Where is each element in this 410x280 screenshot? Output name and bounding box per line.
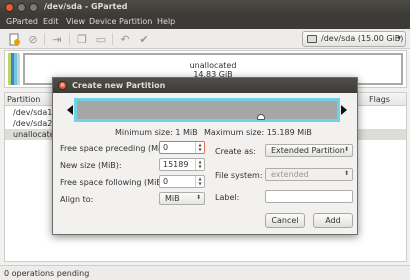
create-partition-dialog: ✕ Create new Partition Minimum size: 1 M…	[52, 77, 358, 235]
column-header-partition[interactable]: Partition	[7, 95, 40, 104]
stepper-icon[interactable]: ▲ ▼	[195, 176, 204, 187]
disk-icon	[307, 35, 317, 43]
chevron-updown-icon: ⬍	[343, 146, 349, 153]
free-before-label: Free space preceding (MiB):	[60, 144, 172, 153]
filesystem-select[interactable]: extended ⬍	[265, 168, 353, 181]
partition-stripes[interactable]	[8, 53, 20, 85]
free-after-label: Free space following (MiB):	[60, 178, 168, 187]
dialog-title: Create new Partition	[72, 81, 166, 90]
window-close-button[interactable]	[5, 3, 14, 12]
align-select[interactable]: MiB ⬍	[159, 192, 205, 205]
create-as-label: Create as:	[215, 147, 256, 156]
menu-edit[interactable]: Edit	[43, 17, 59, 26]
menu-device[interactable]: Device	[89, 17, 116, 26]
create-as-select[interactable]: Extended Partition ⬍	[265, 144, 353, 157]
align-value: MiB	[165, 194, 180, 203]
unallocated-name: unallocated	[189, 61, 237, 70]
free-after-value: 0	[163, 177, 169, 186]
free-before-input[interactable]: 0 ▲ ▼	[159, 141, 205, 154]
new-size-value: 15189	[163, 160, 189, 169]
menu-gparted[interactable]: GParted	[6, 17, 38, 26]
device-selector[interactable]: /dev/sda (15.00 GiB) ▾	[302, 31, 406, 47]
min-size-label: Minimum size: 1 MiB	[115, 128, 198, 137]
free-before-value: 0	[163, 143, 169, 152]
title-bar: /dev/sda - GParted	[0, 0, 410, 15]
filesystem-value: extended	[271, 170, 309, 179]
chevron-updown-icon: ⬍	[195, 194, 201, 201]
row-label: /dev/sda2	[13, 119, 53, 128]
filesystem-label: File system:	[215, 171, 263, 180]
menu-partition[interactable]: Partition	[119, 17, 152, 26]
stepper-icon[interactable]: ▲ ▼	[195, 142, 204, 153]
menu-view[interactable]: View	[66, 17, 85, 26]
paste-icon[interactable]: ▭	[94, 32, 108, 46]
new-partition-icon[interactable]	[7, 32, 21, 46]
menu-bar: GParted Edit View Device Partition Help	[0, 15, 410, 29]
new-size-input[interactable]: 15189 ▲ ▼	[159, 158, 205, 171]
copy-icon[interactable]: ❐	[75, 32, 89, 46]
resize-icon[interactable]: ⇥	[50, 32, 64, 46]
menu-help[interactable]: Help	[157, 17, 175, 26]
align-label: Align to:	[60, 195, 94, 204]
row-label: /dev/sda1	[13, 108, 53, 117]
window-title: /dev/sda - GParted	[44, 2, 128, 11]
dialog-title-bar: ✕ Create new Partition	[53, 78, 357, 93]
label-field-label: Label:	[215, 193, 240, 202]
resize-right-arrow-icon[interactable]	[341, 105, 347, 115]
toolbar-separator	[69, 33, 70, 45]
undo-icon[interactable]: ↶	[118, 32, 132, 46]
new-size-label: New size (MiB):	[60, 161, 122, 170]
window-maximize-button[interactable]	[29, 3, 38, 12]
toolbar-separator	[112, 33, 113, 45]
resize-left-arrow-icon[interactable]	[67, 105, 73, 115]
add-button[interactable]: Add	[313, 213, 353, 228]
max-size-label: Maximum size: 15.189 MiB	[204, 128, 312, 137]
delete-icon[interactable]: ⊘	[26, 32, 40, 46]
cancel-button[interactable]: Cancel	[265, 213, 305, 228]
status-bar: 0 operations pending	[0, 265, 410, 280]
window-minimize-button[interactable]	[17, 3, 26, 12]
partition-resizer[interactable]	[67, 97, 347, 125]
chevron-updown-icon: ⬍	[343, 170, 349, 177]
free-after-input[interactable]: 0 ▲ ▼	[159, 175, 205, 188]
resize-bar[interactable]	[74, 98, 340, 122]
stepper-icon[interactable]: ▲ ▼	[195, 159, 204, 170]
device-label: /dev/sda (15.00 GiB)	[321, 34, 404, 43]
chevron-down-icon: ▾	[397, 34, 401, 42]
resize-handle[interactable]	[257, 114, 265, 120]
close-icon[interactable]: ✕	[58, 81, 67, 90]
create-as-value: Extended Partition	[271, 146, 345, 155]
column-header-flags[interactable]: Flags	[369, 95, 390, 104]
toolbar-separator	[44, 33, 45, 45]
label-input[interactable]	[265, 190, 353, 203]
status-text: 0 operations pending	[4, 269, 90, 278]
apply-icon[interactable]: ✔	[137, 32, 151, 46]
